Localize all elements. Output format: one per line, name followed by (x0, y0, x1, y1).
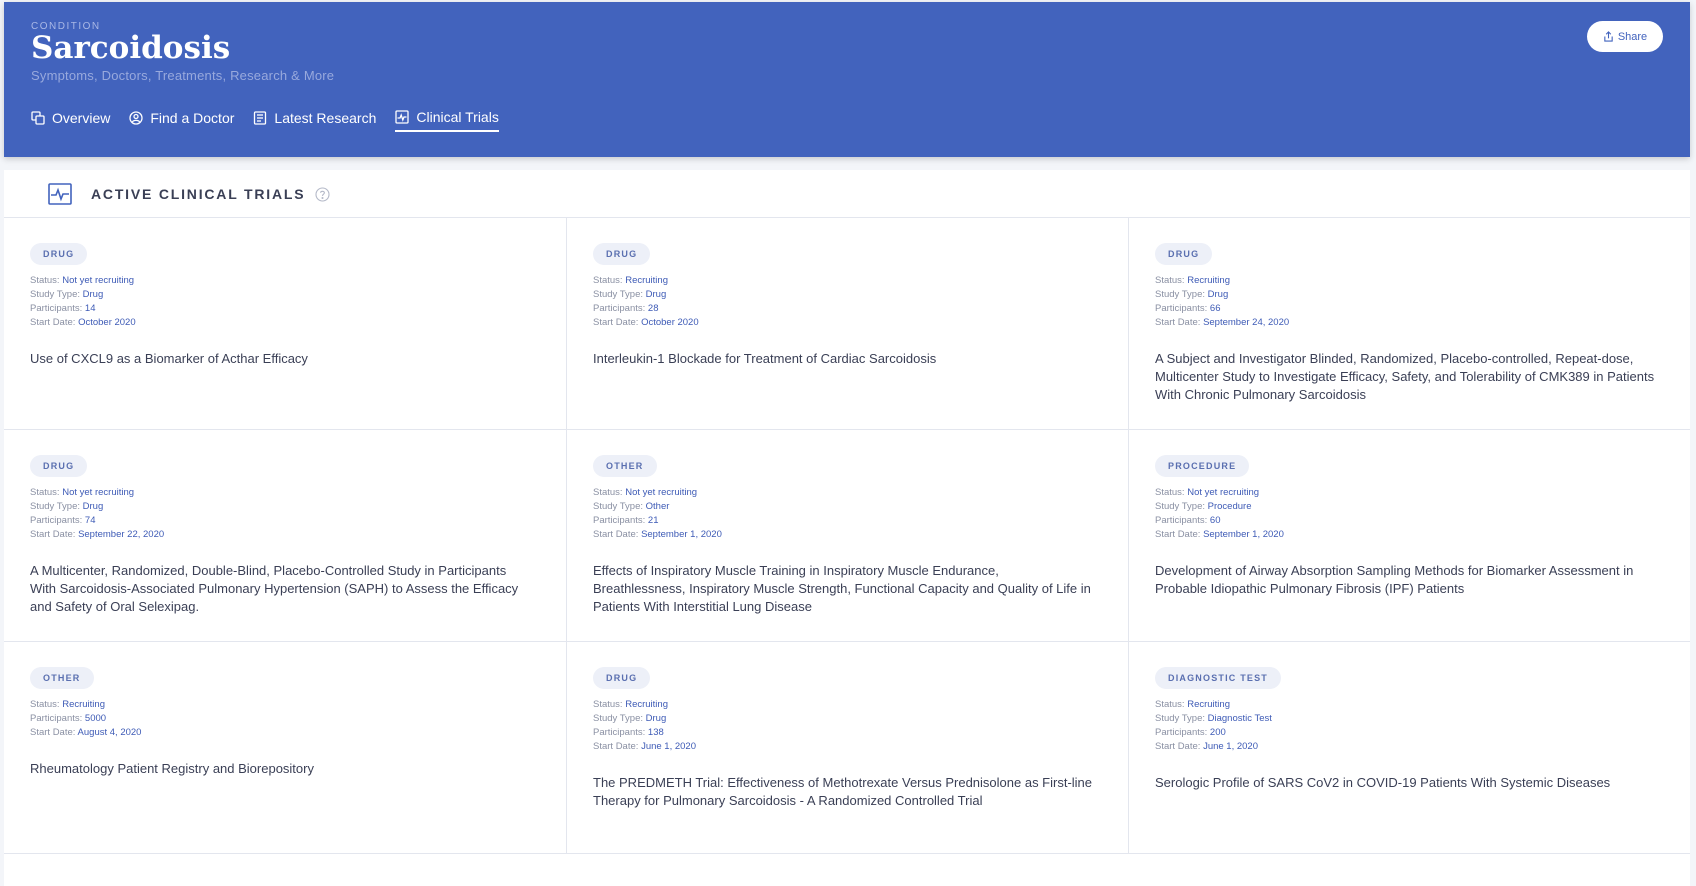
study-type-badge: DRUG (1155, 243, 1213, 265)
document-icon (254, 111, 267, 125)
study-type-value: Drug (1207, 289, 1229, 300)
trial-meta: Status: Not yet recruiting Study Type: P… (1155, 487, 1284, 540)
trial-title[interactable]: Effects of Inspiratory Muscle Training i… (593, 562, 1102, 616)
user-circle-icon (129, 111, 144, 125)
status-value: Not yet recruiting (62, 275, 135, 286)
participants-value: 60 (1209, 515, 1221, 526)
status-value: Not yet recruiting (62, 487, 135, 498)
trial-card[interactable]: OTHER Status: Recruiting Participants: 5… (4, 642, 567, 854)
participants-value: 138 (647, 727, 664, 738)
trial-card[interactable]: DRUG Status: Recruiting Study Type: Drug… (567, 642, 1129, 854)
status-value: Recruiting (625, 699, 668, 710)
trial-title[interactable]: A Multicenter, Randomized, Double-Blind,… (30, 562, 540, 616)
condition-header: CONDITION Sarcoidosis Symptoms, Doctors,… (4, 2, 1690, 157)
trial-meta: Status: Not yet recruiting Study Type: D… (30, 487, 165, 540)
study-type-value: Other (645, 501, 670, 512)
participants-value: 74 (84, 515, 96, 526)
copy-icon (31, 111, 45, 125)
trials-grid: DRUG Status: Not yet recruiting Study Ty… (4, 218, 1690, 854)
trial-title[interactable]: Use of CXCL9 as a Biomarker of Acthar Ef… (30, 350, 540, 368)
study-type-badge: DRUG (593, 667, 651, 689)
tab-find-a-doctor[interactable]: Find a Doctor (129, 109, 234, 132)
start-date-value: October 2020 (78, 317, 136, 328)
pulse-chart-icon (395, 110, 410, 124)
study-type-value: Drug (645, 289, 667, 300)
status-value: Not yet recruiting (625, 487, 698, 498)
participants-value: 5000 (84, 713, 107, 724)
tab-latest-research-label: Latest Research (274, 110, 377, 126)
study-type-badge: OTHER (593, 455, 657, 477)
trial-title[interactable]: Development of Airway Absorption Samplin… (1155, 562, 1664, 598)
status-value: Recruiting (62, 699, 105, 710)
study-type-badge: DRUG (30, 243, 88, 265)
study-type-badge: OTHER (30, 667, 94, 689)
participants-value: 21 (647, 515, 659, 526)
tab-find-a-doctor-label: Find a Doctor (150, 110, 235, 126)
trial-card[interactable]: DIAGNOSTIC TEST Status: Recruiting Study… (1129, 642, 1690, 854)
trial-meta: Status: Recruiting Study Type: Drug Part… (593, 699, 696, 752)
start-date-value: October 2020 (641, 317, 699, 328)
start-date-value: September 1, 2020 (641, 529, 722, 540)
trial-meta: Status: Recruiting Study Type: Drug Part… (593, 275, 699, 328)
status-value: Not yet recruiting (1187, 487, 1260, 498)
section-title: ACTIVE CLINICAL TRIALS (91, 185, 306, 202)
tab-clinical-trials[interactable]: Clinical Trials (395, 109, 499, 132)
study-type-value: Diagnostic Test (1207, 713, 1272, 724)
status-value: Recruiting (1187, 699, 1230, 710)
trial-meta: Status: Recruiting Participants: 5000 St… (30, 699, 142, 738)
status-value: Recruiting (1187, 275, 1230, 286)
share-label: Share (1617, 30, 1648, 43)
heartbeat-icon (48, 182, 72, 205)
trial-title[interactable]: Serologic Profile of SARS CoV2 in COVID-… (1155, 774, 1664, 792)
study-type-value: Drug (645, 713, 667, 724)
trial-title[interactable]: Rheumatology Patient Registry and Biorep… (30, 760, 540, 778)
participants-value: 14 (84, 303, 96, 314)
tab-overview-label: Overview (52, 110, 111, 126)
share-button[interactable]: Share (1587, 21, 1663, 52)
trial-title[interactable]: A Subject and Investigator Blinded, Rand… (1155, 350, 1664, 404)
start-date-value: August 4, 2020 (77, 727, 142, 738)
clinical-trials-panel: ACTIVE CLINICAL TRIALS DRUG Status: Not … (4, 170, 1690, 886)
section-header: ACTIVE CLINICAL TRIALS (4, 170, 1690, 218)
participants-value: 28 (647, 303, 659, 314)
share-icon (1604, 31, 1613, 42)
participants-value: 200 (1209, 727, 1226, 738)
trial-title[interactable]: Interleukin-1 Blockade for Treatment of … (593, 350, 1102, 368)
help-icon[interactable] (315, 187, 330, 202)
trial-meta: Status: Recruiting Study Type: Drug Part… (1155, 275, 1290, 328)
page-subtitle: Symptoms, Doctors, Treatments, Research … (31, 68, 335, 83)
condition-nav: Overview Find a Doctor Latest Research C… (31, 109, 518, 132)
trial-title[interactable]: The PREDMETH Trial: Effectiveness of Met… (593, 774, 1102, 810)
page-title: Sarcoidosis (31, 30, 231, 66)
study-type-badge: DRUG (593, 243, 651, 265)
study-type-badge: DIAGNOSTIC TEST (1155, 667, 1282, 689)
trial-card[interactable]: DRUG Status: Not yet recruiting Study Ty… (4, 430, 567, 642)
trial-card[interactable]: DRUG Status: Recruiting Study Type: Drug… (567, 218, 1129, 430)
trial-card[interactable]: DRUG Status: Recruiting Study Type: Drug… (1129, 218, 1690, 430)
participants-value: 66 (1209, 303, 1221, 314)
start-date-value: September 22, 2020 (78, 529, 165, 540)
trial-card[interactable]: PROCEDURE Status: Not yet recruiting Stu… (1129, 430, 1690, 642)
trial-meta: Status: Recruiting Study Type: Diagnosti… (1155, 699, 1272, 752)
start-date-value: September 1, 2020 (1203, 529, 1284, 540)
trial-meta: Status: Not yet recruiting Study Type: D… (30, 275, 136, 328)
start-date-value: September 24, 2020 (1203, 317, 1290, 328)
trial-meta: Status: Not yet recruiting Study Type: O… (593, 487, 722, 540)
tab-latest-research[interactable]: Latest Research (253, 109, 376, 132)
study-type-value: Drug (82, 289, 104, 300)
tab-overview[interactable]: Overview (31, 109, 110, 132)
start-date-value: June 1, 2020 (641, 741, 696, 752)
study-type-badge: PROCEDURE (1155, 455, 1250, 477)
study-type-badge: DRUG (30, 455, 88, 477)
study-type-value: Procedure (1207, 501, 1252, 512)
status-value: Recruiting (625, 275, 668, 286)
study-type-value: Drug (82, 501, 104, 512)
tab-clinical-trials-label: Clinical Trials (416, 109, 499, 125)
start-date-value: June 1, 2020 (1203, 741, 1258, 752)
trial-card[interactable]: OTHER Status: Not yet recruiting Study T… (567, 430, 1129, 642)
trial-card[interactable]: DRUG Status: Not yet recruiting Study Ty… (4, 218, 567, 430)
